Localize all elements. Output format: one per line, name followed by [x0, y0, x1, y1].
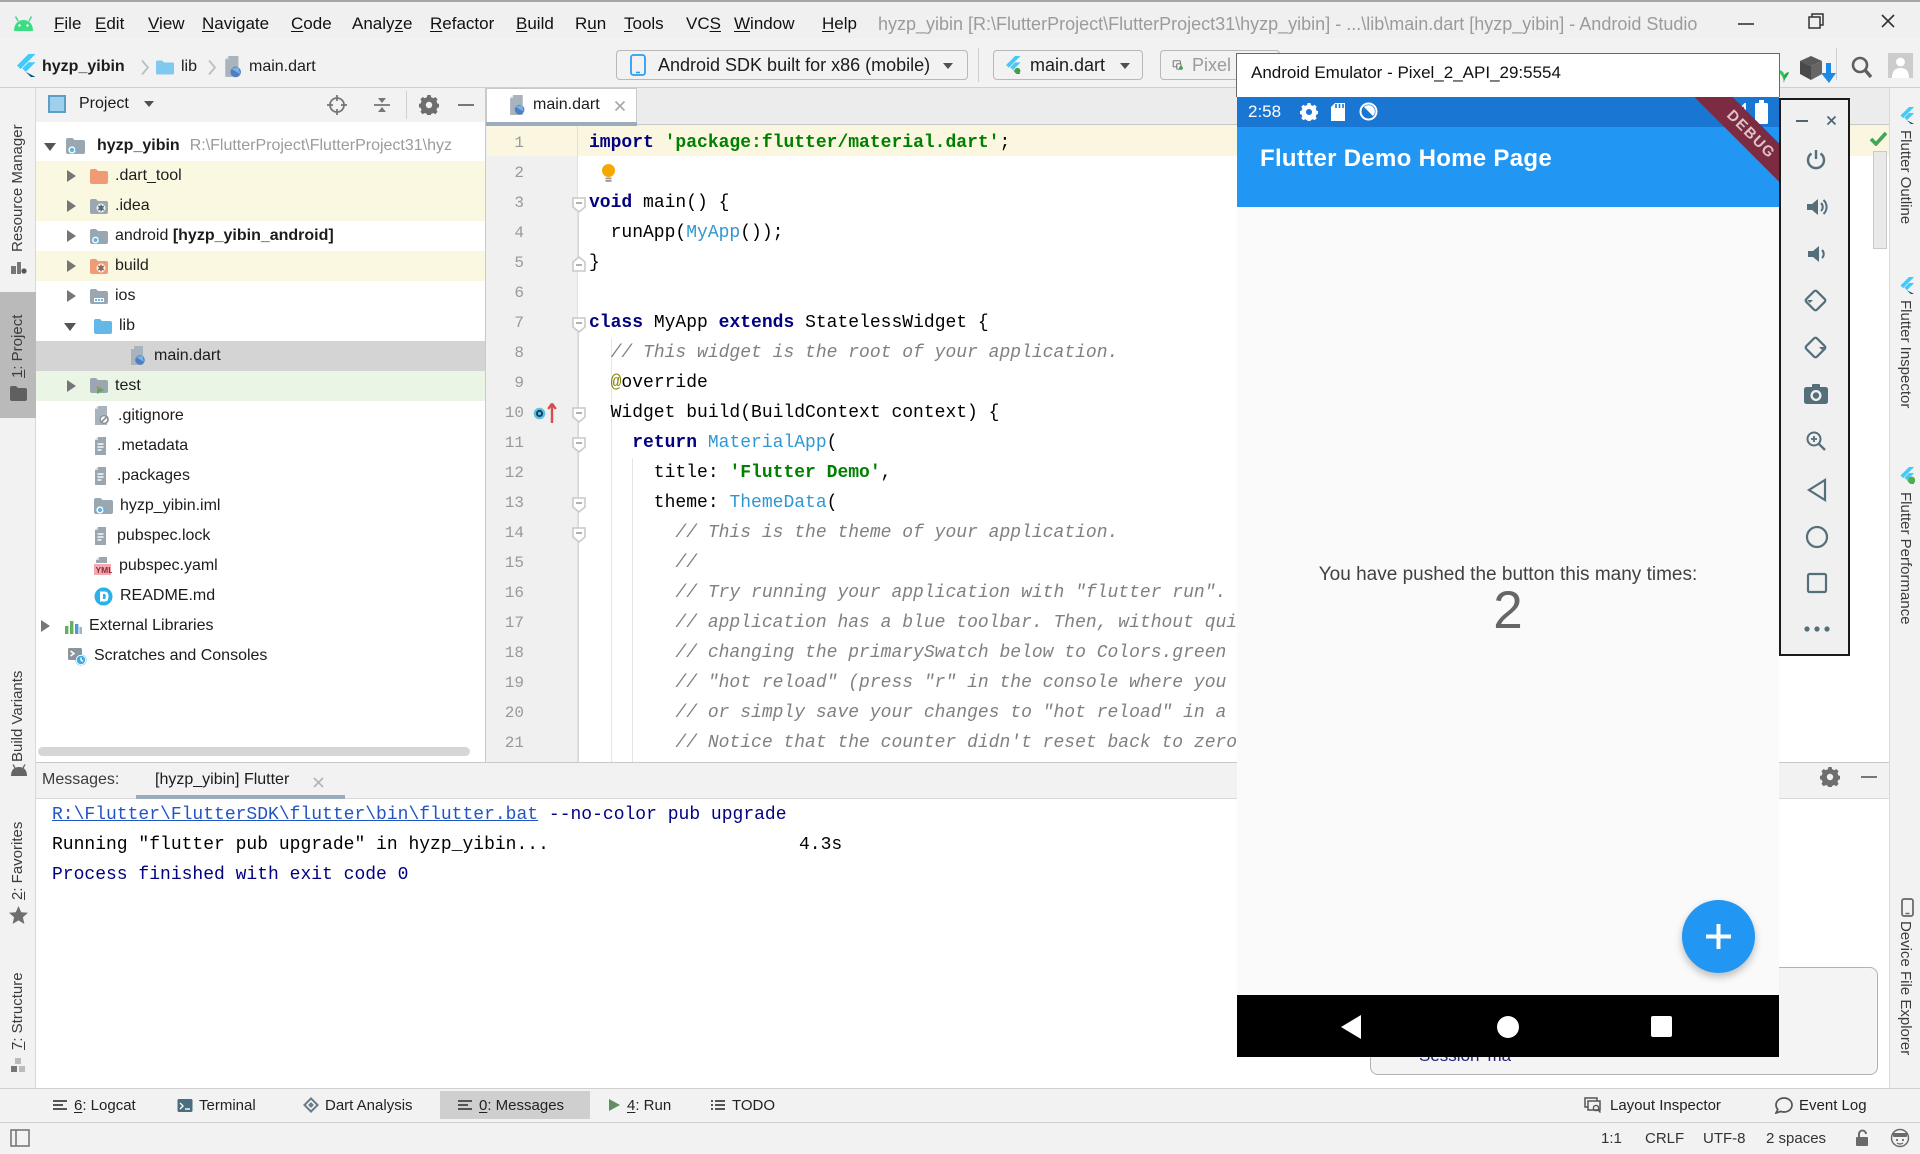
svg-text:YML: YML	[96, 565, 113, 575]
